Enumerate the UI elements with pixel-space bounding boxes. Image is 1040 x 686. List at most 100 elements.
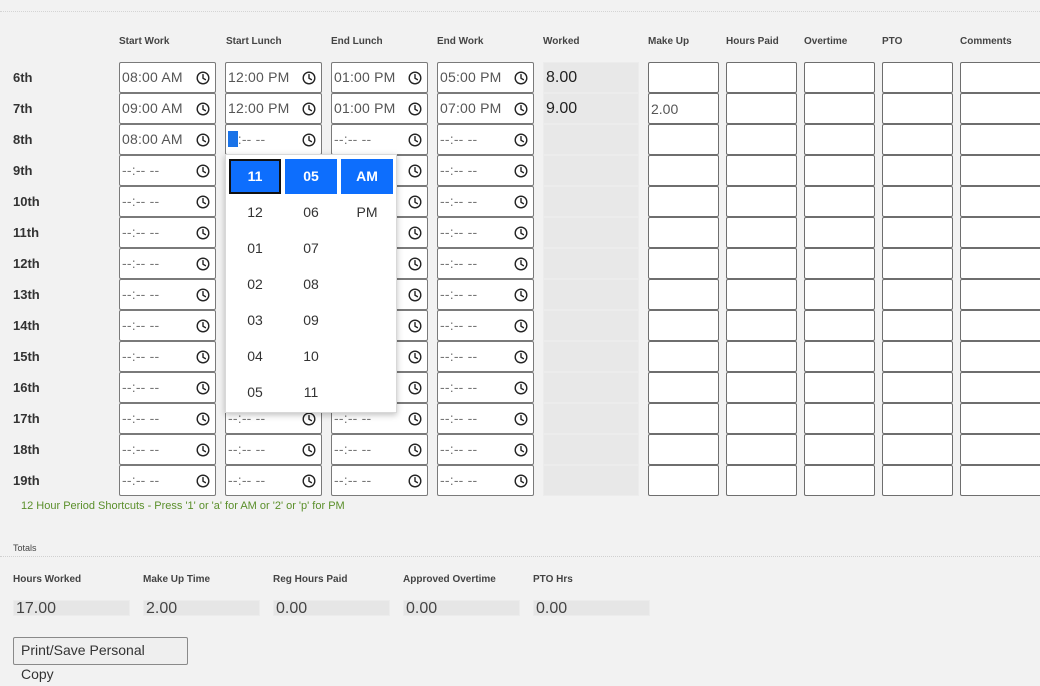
time-picker-dropdown[interactable]: 11 12 01 02 03 04 05 05 06 07 08 09 10 11 AM PM <box>225 154 397 413</box>
picker-hour-option[interactable]: 03 <box>229 303 281 338</box>
comments-input[interactable] <box>960 434 1040 465</box>
picker-hour-option[interactable]: 01 <box>229 231 281 266</box>
clock-icon[interactable] <box>514 257 528 271</box>
overtime-input[interactable] <box>804 62 875 93</box>
end-work-time-input[interactable]: --:-- -- <box>437 217 534 248</box>
picker-hour-option[interactable]: 02 <box>229 267 281 302</box>
clock-icon[interactable] <box>514 319 528 333</box>
end-work-time-input[interactable]: --:-- -- <box>437 124 534 155</box>
clock-icon[interactable] <box>514 443 528 457</box>
end-lunch-time-input[interactable]: --:-- -- <box>331 465 428 496</box>
clock-icon[interactable] <box>408 164 422 178</box>
picker-minute-option[interactable]: 10 <box>285 339 337 374</box>
overtime-input[interactable] <box>804 124 875 155</box>
end-work-time-input[interactable]: --:-- -- <box>437 186 534 217</box>
clock-icon[interactable] <box>302 443 316 457</box>
clock-icon[interactable] <box>408 350 422 364</box>
clock-icon[interactable] <box>196 350 210 364</box>
overtime-input[interactable] <box>804 403 875 434</box>
overtime-input[interactable] <box>804 434 875 465</box>
make-up-input[interactable] <box>648 434 719 465</box>
comments-input[interactable] <box>960 186 1040 217</box>
hours-paid-input[interactable] <box>726 434 797 465</box>
clock-icon[interactable] <box>196 381 210 395</box>
comments-input[interactable] <box>960 217 1040 248</box>
start-work-time-input[interactable]: --:-- -- <box>119 341 216 372</box>
hours-paid-input[interactable] <box>726 465 797 496</box>
clock-icon[interactable] <box>408 257 422 271</box>
end-work-time-input[interactable]: 05:00 PM <box>437 62 534 93</box>
clock-icon[interactable] <box>408 381 422 395</box>
clock-icon[interactable] <box>196 412 210 426</box>
clock-icon[interactable] <box>196 102 210 116</box>
end-work-time-input[interactable]: --:-- -- <box>437 341 534 372</box>
overtime-input[interactable] <box>804 279 875 310</box>
make-up-input[interactable] <box>648 279 719 310</box>
clock-icon[interactable] <box>196 474 210 488</box>
clock-icon[interactable] <box>514 288 528 302</box>
make-up-input[interactable] <box>648 372 719 403</box>
clock-icon[interactable] <box>408 71 422 85</box>
make-up-input[interactable] <box>648 155 719 186</box>
hours-paid-input[interactable] <box>726 124 797 155</box>
pto-input[interactable] <box>882 248 953 279</box>
make-up-input[interactable] <box>648 310 719 341</box>
make-up-input[interactable] <box>648 217 719 248</box>
clock-icon[interactable] <box>514 164 528 178</box>
comments-input[interactable] <box>960 93 1040 124</box>
hours-paid-input[interactable] <box>726 403 797 434</box>
make-up-input[interactable] <box>648 465 719 496</box>
pto-input[interactable] <box>882 93 953 124</box>
hours-paid-input[interactable] <box>726 217 797 248</box>
clock-icon[interactable] <box>196 443 210 457</box>
pto-input[interactable] <box>882 217 953 248</box>
clock-icon[interactable] <box>302 71 316 85</box>
start-work-time-input[interactable]: --:-- -- <box>119 248 216 279</box>
end-lunch-time-input[interactable]: 01:00 PM <box>331 93 428 124</box>
clock-icon[interactable] <box>196 71 210 85</box>
start-work-time-input[interactable]: --:-- -- <box>119 155 216 186</box>
hours-paid-input[interactable] <box>726 279 797 310</box>
picker-period-option[interactable]: PM <box>341 195 393 230</box>
start-work-time-input[interactable]: --:-- -- <box>119 186 216 217</box>
clock-icon[interactable] <box>196 195 210 209</box>
end-work-time-input[interactable]: --:-- -- <box>437 434 534 465</box>
pto-input[interactable] <box>882 403 953 434</box>
start-lunch-time-input[interactable]: --:-- -- <box>225 434 322 465</box>
clock-icon[interactable] <box>408 474 422 488</box>
picker-minute-option[interactable]: 05 <box>285 159 337 194</box>
make-up-input[interactable] <box>648 248 719 279</box>
comments-input[interactable] <box>960 155 1040 186</box>
picker-minute-option[interactable]: 11 <box>285 375 337 410</box>
pto-input[interactable] <box>882 62 953 93</box>
end-work-time-input[interactable]: --:-- -- <box>437 403 534 434</box>
clock-icon[interactable] <box>302 102 316 116</box>
clock-icon[interactable] <box>514 381 528 395</box>
clock-icon[interactable] <box>196 319 210 333</box>
pto-input[interactable] <box>882 186 953 217</box>
comments-input[interactable] <box>960 372 1040 403</box>
hours-paid-input[interactable] <box>726 372 797 403</box>
make-up-input[interactable] <box>648 403 719 434</box>
clock-icon[interactable] <box>514 474 528 488</box>
clock-icon[interactable] <box>514 71 528 85</box>
pto-input[interactable] <box>882 279 953 310</box>
pto-input[interactable] <box>882 124 953 155</box>
comments-input[interactable] <box>960 403 1040 434</box>
end-lunch-time-input[interactable]: 01:00 PM <box>331 62 428 93</box>
clock-icon[interactable] <box>514 102 528 116</box>
clock-icon[interactable] <box>196 164 210 178</box>
make-up-input[interactable]: 2.00 <box>648 93 719 124</box>
overtime-input[interactable] <box>804 465 875 496</box>
picker-minute-option[interactable]: 06 <box>285 195 337 230</box>
overtime-input[interactable] <box>804 186 875 217</box>
pto-input[interactable] <box>882 372 953 403</box>
clock-icon[interactable] <box>514 133 528 147</box>
clock-icon[interactable] <box>514 195 528 209</box>
clock-icon[interactable] <box>196 226 210 240</box>
clock-icon[interactable] <box>302 474 316 488</box>
clock-icon[interactable] <box>514 350 528 364</box>
clock-icon[interactable] <box>408 195 422 209</box>
clock-icon[interactable] <box>408 102 422 116</box>
comments-input[interactable] <box>960 310 1040 341</box>
